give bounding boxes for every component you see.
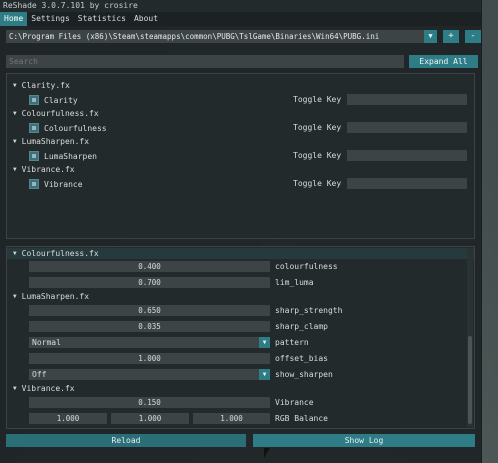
param-group-colourfulness[interactable]: ▼ Colourfulness.fx: [7, 248, 474, 259]
toggle-key-label: Toggle Key: [293, 95, 342, 104]
window-title: ReShade 3.0.7.101 by crosire: [0, 0, 481, 12]
triangle-down-icon: ▼: [13, 82, 17, 89]
menu-settings[interactable]: Settings: [27, 12, 74, 26]
triangle-down-icon: ▼: [13, 250, 17, 257]
preset-path-value: C:\Program Files (x86)\Steam\steamapps\c…: [9, 32, 380, 41]
param-label: offset_bias: [275, 354, 328, 363]
param-label: RGB Balance: [275, 414, 328, 423]
expand-all-button[interactable]: Expand All: [409, 55, 478, 68]
triangle-down-icon: ▼: [13, 293, 17, 300]
vibrance-slider[interactable]: 0.150: [29, 397, 270, 408]
sharp-strength-slider[interactable]: 0.650: [29, 305, 270, 316]
add-preset-button[interactable]: +: [443, 30, 459, 43]
triangle-down-icon: ▼: [13, 138, 17, 145]
pattern-value: Normal: [32, 338, 61, 347]
param-label: Vibrance: [275, 398, 314, 407]
colourfulness-slider[interactable]: 0.400: [29, 261, 270, 272]
preset-row: C:\Program Files (x86)\Steam\steamapps\c…: [6, 30, 481, 43]
triangle-down-icon: ▼: [13, 110, 17, 117]
lim-luma-slider[interactable]: 0.700: [29, 277, 270, 288]
show-sharpen-value: Off: [32, 370, 47, 379]
scrollbar-thumb[interactable]: [468, 336, 472, 424]
technique-label: Clarity: [44, 95, 78, 105]
checkbox-icon[interactable]: [29, 123, 39, 133]
preset-path-select[interactable]: C:\Program Files (x86)\Steam\steamapps\c…: [6, 30, 424, 43]
param-group-vibrance[interactable]: ▼ Vibrance.fx: [13, 383, 75, 395]
offset-bias-slider[interactable]: 1.000: [29, 353, 270, 364]
toggle-key-label: Toggle Key: [293, 179, 342, 188]
tree-header-vibrance[interactable]: ▼ Vibrance.fx: [13, 164, 75, 176]
search-input[interactable]: [6, 55, 404, 68]
rgb-balance-g-slider[interactable]: 1.000: [111, 413, 189, 424]
param-label: colourfulness: [275, 262, 338, 271]
toggle-key-input-colourfulness[interactable]: [347, 122, 467, 133]
toggle-key-label: Toggle Key: [293, 123, 342, 132]
parameter-scrollbar[interactable]: [467, 248, 473, 427]
param-label: lim_luma: [275, 278, 314, 287]
show-sharpen-select[interactable]: Off ▼: [29, 369, 270, 380]
group-label: Colourfulness.fx: [21, 249, 99, 258]
effect-file-label: Colourfulness.fx: [21, 109, 99, 118]
reload-button[interactable]: Reload: [6, 434, 246, 447]
effect-file-label: Vibrance.fx: [21, 165, 75, 174]
chevron-down-icon[interactable]: ▼: [259, 337, 270, 348]
reshade-window: ReShade 3.0.7.101 by crosire Home Settin…: [0, 0, 482, 463]
mouse-cursor-icon: [264, 448, 270, 458]
technique-row-clarity[interactable]: Clarity: [29, 94, 78, 106]
menu-about[interactable]: About: [130, 12, 162, 26]
checkbox-icon[interactable]: [29, 95, 39, 105]
triangle-down-icon: ▼: [13, 385, 17, 392]
remove-preset-button[interactable]: -: [465, 30, 481, 43]
sharp-clamp-slider[interactable]: 0.035: [29, 321, 270, 332]
tree-header-clarity[interactable]: ▼ Clarity.fx: [13, 80, 70, 92]
rgb-balance-b-slider[interactable]: 1.000: [193, 413, 270, 424]
rgb-balance-r-slider[interactable]: 1.000: [29, 413, 107, 424]
param-label: pattern: [275, 338, 309, 347]
param-label: sharp_strength: [275, 306, 343, 315]
bottom-bar: Reload Show Log: [6, 434, 475, 447]
checkbox-icon[interactable]: [29, 179, 39, 189]
param-label: show_sharpen: [275, 370, 333, 379]
group-label: LumaSharpen.fx: [21, 292, 90, 301]
toggle-key-input-vibrance[interactable]: [347, 178, 467, 189]
technique-list: ▼ Clarity.fx Clarity Toggle Key ▼ Colour…: [6, 73, 475, 239]
menu-home[interactable]: Home: [0, 12, 28, 26]
toggle-key-input-lumasharpen[interactable]: [347, 150, 467, 161]
pattern-select[interactable]: Normal ▼: [29, 337, 270, 348]
tree-header-colourfulness[interactable]: ▼ Colourfulness.fx: [13, 108, 99, 120]
technique-row-vibrance[interactable]: Vibrance: [29, 178, 83, 190]
toggle-key-label: Toggle Key: [293, 151, 342, 160]
group-label: Vibrance.fx: [21, 384, 75, 393]
param-label: sharp_clamp: [275, 322, 328, 331]
chevron-down-icon[interactable]: ▼: [259, 369, 270, 380]
technique-row-colourfulness[interactable]: Colourfulness: [29, 122, 107, 134]
search-row: Expand All: [6, 55, 478, 68]
show-log-button[interactable]: Show Log: [253, 434, 475, 447]
chevron-down-icon[interactable]: ▼: [424, 30, 437, 43]
effect-file-label: LumaSharpen.fx: [21, 137, 90, 146]
technique-label: Vibrance: [44, 179, 83, 189]
tree-header-lumasharpen[interactable]: ▼ LumaSharpen.fx: [13, 136, 89, 148]
checkbox-icon[interactable]: [29, 151, 39, 161]
technique-row-lumasharpen[interactable]: LumaSharpen: [29, 150, 97, 162]
toggle-key-input-clarity[interactable]: [347, 94, 467, 105]
param-group-lumasharpen[interactable]: ▼ LumaSharpen.fx: [13, 291, 89, 303]
menu-bar: Home Settings Statistics About: [0, 12, 481, 26]
technique-label: Colourfulness: [44, 123, 107, 133]
parameter-editor: ▼ Colourfulness.fx 0.400 colourfulness 0…: [6, 246, 475, 429]
technique-label: LumaSharpen: [44, 151, 97, 161]
effect-file-label: Clarity.fx: [21, 81, 70, 90]
triangle-down-icon: ▼: [13, 166, 17, 173]
menu-statistics[interactable]: Statistics: [74, 12, 130, 26]
